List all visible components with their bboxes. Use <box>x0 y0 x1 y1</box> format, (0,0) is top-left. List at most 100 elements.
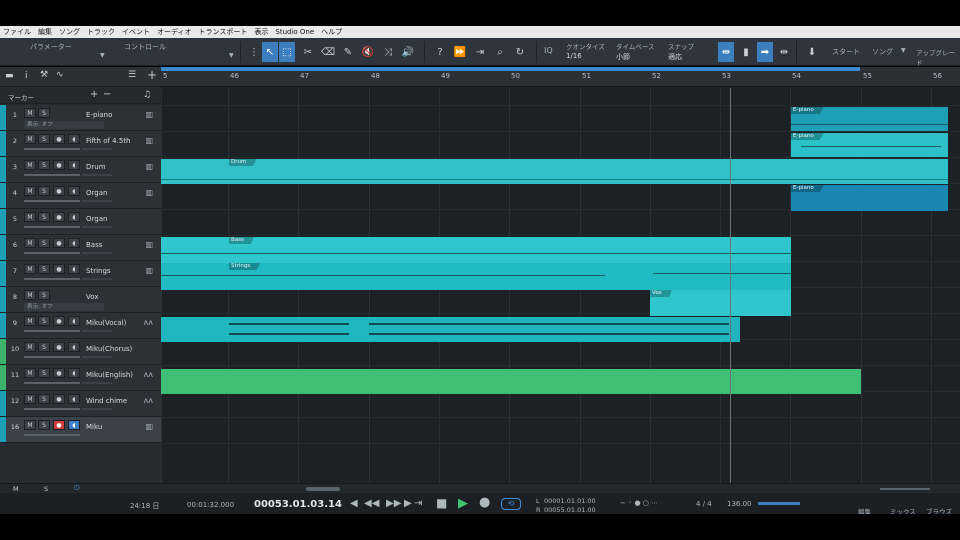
solo-button[interactable]: S <box>38 368 50 378</box>
solo-button[interactable]: S <box>38 316 50 326</box>
mute-button[interactable]: M <box>24 394 36 404</box>
track-name[interactable]: Wind chime <box>86 397 127 405</box>
clip-epiano-1[interactable]: E-piano <box>791 107 948 131</box>
track-name[interactable]: Drum <box>86 163 106 171</box>
monitor-button[interactable]: ◖ <box>68 316 80 326</box>
track-header[interactable]: 9 M S ● ◖ Miku(Vocal) ᴧᴧ <box>0 313 161 339</box>
track-header[interactable]: 12 M S ● ◖ Wind chime ᴧᴧ <box>0 391 161 417</box>
playhead-cursor[interactable] <box>730 88 731 483</box>
menu-studio-one[interactable]: Studio One <box>275 28 314 36</box>
pan-fader[interactable] <box>82 278 112 280</box>
fast-rewind-icon[interactable]: ◀◀ <box>364 498 379 509</box>
volume-fader[interactable] <box>24 278 80 280</box>
solo-button[interactable]: S <box>38 212 50 222</box>
mute-button[interactable]: M <box>24 160 36 170</box>
mute-tool-icon[interactable]: 🔇 <box>360 42 376 62</box>
monitor-button[interactable]: ◖ <box>68 212 80 222</box>
record-arm-button[interactable]: ● <box>53 316 65 326</box>
snap-grid-icon[interactable]: ▮ <box>738 42 754 62</box>
track-header[interactable]: 7 M S ● ◖ Strings ▥ <box>0 261 161 287</box>
volume-fader[interactable] <box>24 226 80 228</box>
track-name[interactable]: Miku(English) <box>86 371 133 379</box>
tempo[interactable]: 136.00 <box>727 500 752 508</box>
mute-button[interactable]: M <box>24 134 36 144</box>
monitor-button[interactable]: ◖ <box>68 160 80 170</box>
bend-tool-icon[interactable]: ⤨ <box>380 42 396 62</box>
clip-miku-vocal[interactable] <box>161 317 740 342</box>
track-name[interactable]: Fifth of 4.5th <box>86 137 131 145</box>
record-arm-button[interactable]: ● <box>53 238 65 248</box>
clip-drum[interactable]: Drum <box>161 159 791 184</box>
track-name[interactable]: Bass <box>86 241 102 249</box>
remove-marker-icon[interactable]: − <box>103 89 111 100</box>
follow-icon[interactable]: ⇥ <box>472 42 488 62</box>
loop-start[interactable]: 00001.01.01.00 <box>544 497 596 505</box>
song-label[interactable]: ソング <box>872 47 893 57</box>
volume-fader[interactable] <box>24 382 80 384</box>
pan-fader[interactable] <box>82 356 112 358</box>
help-icon[interactable]: ? <box>432 42 448 62</box>
clip-bass[interactable]: Bass <box>161 237 791 263</box>
clip-epiano-drum-ext[interactable] <box>791 159 948 184</box>
solo-button[interactable]: S <box>38 160 50 170</box>
listen-tool-icon[interactable]: 🔊 <box>400 42 416 62</box>
list-icon[interactable]: ▬ <box>5 71 14 81</box>
timebase-value[interactable]: 小節 <box>616 52 630 62</box>
solo-button[interactable]: S <box>38 238 50 248</box>
monitor-button[interactable]: ◖ <box>68 134 80 144</box>
track-header[interactable]: 16 M S ● ◖ Miku ▥ <box>0 417 161 443</box>
menu-transport[interactable]: トランスポート <box>199 27 248 37</box>
zoom-icon[interactable]: ⌕ <box>492 42 508 62</box>
position-display[interactable]: 00053.01.03.14 <box>254 499 342 510</box>
to-end-icon[interactable]: ⇥ <box>414 498 422 509</box>
footer-mute[interactable]: M <box>13 485 19 493</box>
monitor-button[interactable]: ◖ <box>68 186 80 196</box>
automation-icon[interactable]: ∿ <box>56 70 64 80</box>
monitor-button[interactable]: ◖ <box>68 368 80 378</box>
solo-button[interactable]: S <box>38 342 50 352</box>
rewind-icon[interactable]: ◀ <box>350 498 358 509</box>
autoscroll-icon[interactable]: ⏩ <box>452 42 468 62</box>
volume-fader[interactable] <box>24 200 80 202</box>
mute-button[interactable]: M <box>24 316 36 326</box>
view-dropdown[interactable]: 表示: オフ <box>24 121 104 129</box>
monitor-button[interactable]: ◖ <box>68 238 80 248</box>
add-marker-icon[interactable]: + <box>90 89 98 100</box>
clip-vox[interactable]: Vox <box>650 290 791 316</box>
volume-fader[interactable] <box>24 434 80 436</box>
metronome-icons[interactable]: ∼ ◦ ● ○ ⋯ <box>620 499 658 507</box>
start-label[interactable]: スタート <box>832 47 860 57</box>
zoom-slider[interactable] <box>880 488 930 490</box>
monitor-button[interactable]: ◖ <box>68 264 80 274</box>
time-signature[interactable]: 4 / 4 <box>696 500 712 508</box>
mute-button[interactable]: M <box>24 420 36 430</box>
split-tool-icon[interactable]: ✂ <box>300 42 316 62</box>
mute-button[interactable]: M <box>24 368 36 378</box>
volume-fader[interactable] <box>24 330 80 332</box>
power-icon[interactable]: ⏻ <box>74 484 80 493</box>
track-header[interactable]: 5 M S ● ◖ Organ <box>0 209 161 235</box>
solo-button[interactable]: S <box>38 108 50 118</box>
split-view-icon[interactable]: ⇹ <box>776 42 792 62</box>
monitor-button[interactable]: ◖ <box>68 420 80 430</box>
view-dropdown[interactable]: 表示: オフ <box>24 303 104 311</box>
menu-track[interactable]: トラック <box>87 27 115 37</box>
track-name[interactable]: Miku(Chorus) <box>86 345 132 353</box>
record-icon[interactable]: ● <box>479 495 490 510</box>
track-header[interactable]: 6 M S ● ◖ Bass ▥ <box>0 235 161 261</box>
record-arm-button[interactable]: ● <box>53 264 65 274</box>
mute-button[interactable]: M <box>24 264 36 274</box>
track-header[interactable]: 3 M S ● ◖ Drum ▥ <box>0 157 161 183</box>
solo-button[interactable]: S <box>38 420 50 430</box>
pan-fader[interactable] <box>82 174 112 176</box>
track-header[interactable]: 10 M S ● ◖ Miku(Chorus) <box>0 339 161 365</box>
forward-icon[interactable]: ▶ <box>404 498 412 509</box>
marker-note-icon[interactable]: ♫ <box>143 90 151 100</box>
pan-fader[interactable] <box>82 408 112 410</box>
pan-fader[interactable] <box>82 434 112 436</box>
track-name[interactable]: Strings <box>86 267 111 275</box>
pan-fader[interactable] <box>82 226 112 228</box>
loop-toggle-icon[interactable]: ⟲ <box>501 498 521 510</box>
track-header[interactable]: 2 M S ● ◖ Fifth of 4.5th ▥ <box>0 131 161 157</box>
arrow-tool-icon[interactable]: ↖ <box>262 42 278 62</box>
